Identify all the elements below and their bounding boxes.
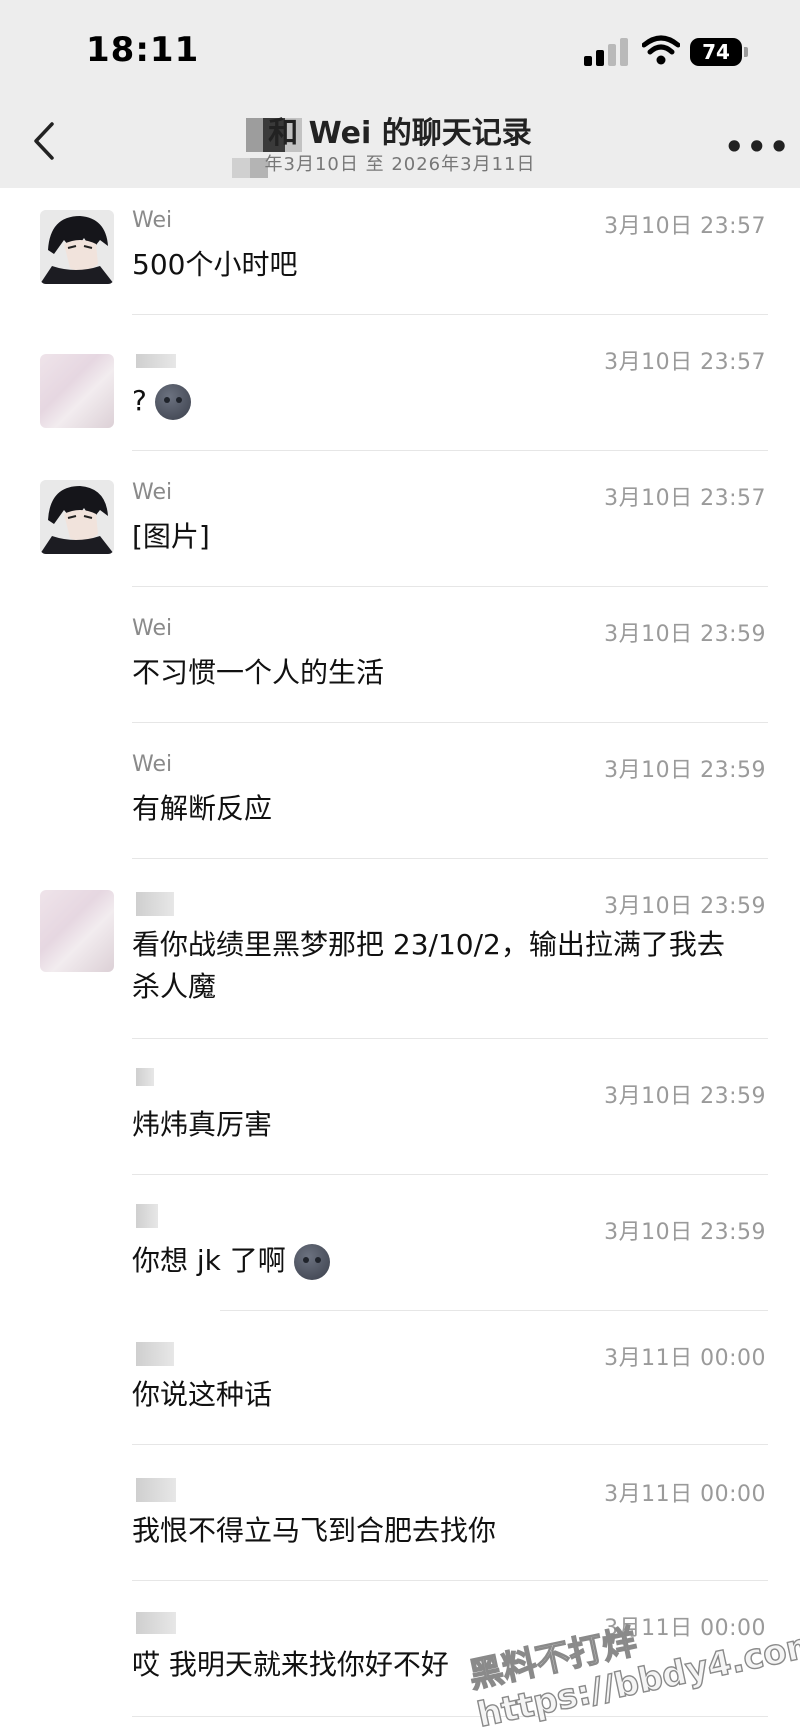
message-text: 有解断反应 [132,792,273,825]
moon-face-emoji-icon [154,384,191,420]
chat-message[interactable]: 3月10日 23:59 看你战绩里黑梦那把 23/10/2，输出拉满了我去 杀人… [0,868,800,1039]
message-time: 3月10日 23:59 [604,894,766,919]
chat-message[interactable]: Wei 3月10日 23:57 500个小时吧 [0,188,800,324]
status-time: 18:11 [86,30,200,70]
avatar-redacted [40,890,114,972]
top-bar: 18:11 74 和 Wei 的聊天记录 年3月10日 至 2026年3月11日… [0,0,800,188]
cellular-signal-icon [584,36,628,66]
message-text: 你说这种话 [132,1378,273,1411]
sender-name: Wei [132,208,173,233]
wifi-icon [642,35,680,65]
chat-message[interactable]: Wei 3月10日 23:59 有解断反应 [0,732,800,868]
message-text[interactable]: [图片] [132,516,760,558]
message-text: 500个小时吧 [132,248,298,281]
divider [132,1444,768,1445]
message-time: 3月10日 23:57 [604,350,766,375]
divider [132,586,768,587]
sender-name: Wei [132,616,173,641]
sender-name: Wei [132,480,173,505]
redacted-sender [136,1342,174,1366]
chat-message[interactable]: 3月11日 00:00 我恨不得立马飞到合肥去找你 [0,1446,800,1582]
message-text: 你想 jk 了啊 [132,1244,286,1277]
moon-face-emoji-icon [293,1244,330,1280]
message-body: ? [132,380,760,422]
redacted-sender [136,1068,154,1086]
redacted-sender [136,1204,158,1228]
chat-message[interactable]: 3月10日 23:57 ? [0,324,800,460]
chat-message[interactable]: Wei 3月10日 23:57 [图片] [0,460,800,596]
message-text: 炜炜真厉害 [132,1108,273,1141]
message-text: ? [132,384,147,417]
message-time: 3月10日 23:59 [604,758,766,783]
redacted-sender [136,892,174,916]
divider [132,450,768,451]
chat-message[interactable]: 3月10日 23:59 炜炜真厉害 [0,1038,800,1175]
divider [132,858,768,859]
message-text: 看你战绩里黑梦那把 23/10/2，输出拉满了我去 杀人魔 [132,928,725,1003]
date-range-subtitle: 年3月10日 至 2026年3月11日 [264,154,536,175]
more-options-button[interactable]: ••• [724,128,791,166]
message-time: 3月10日 23:57 [604,486,766,511]
page-title: 和 Wei 的聊天记录 [268,116,532,151]
message-time: 3月11日 00:00 [604,1482,766,1507]
message-text: 我恨不得立马飞到合肥去找你 [132,1514,497,1547]
chat-message[interactable]: 3月10日 23:59 你想 jk 了啊 [0,1174,800,1311]
redacted-sender [136,354,176,368]
message-time: 3月11日 00:00 [604,1346,766,1371]
redacted-sender [136,1612,176,1634]
divider [132,1716,768,1717]
message-time: 3月10日 23:59 [604,622,766,647]
battery-icon: 74 [690,38,748,66]
divider [132,314,768,315]
redacted-sender [136,1478,176,1502]
sender-name: Wei [132,752,173,777]
avatar-redacted [40,354,114,428]
message-time: 3月10日 23:57 [604,214,766,239]
divider [132,1580,768,1581]
divider [132,722,768,723]
avatar-wei [40,210,114,284]
chat-message[interactable]: Wei 3月10日 23:59 不习惯一个人的生活 [0,596,800,732]
chat-message[interactable]: 3月11日 00:00 你说这种话 [0,1310,800,1446]
message-body: 你想 jk 了啊 [132,1240,760,1282]
message-text: 不习惯一个人的生活 [132,656,385,689]
avatar-wei [40,480,114,554]
